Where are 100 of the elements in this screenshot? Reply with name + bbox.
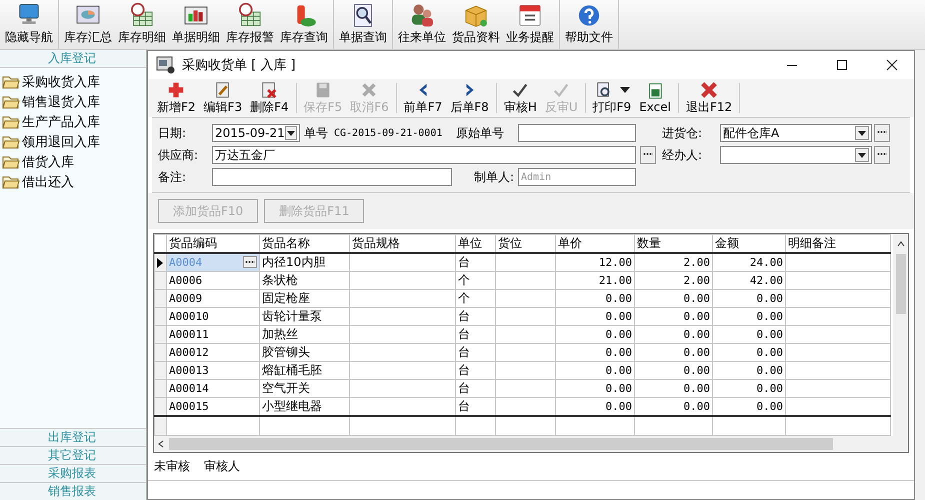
table-cell: 小型继电器	[260, 398, 350, 416]
toolbar-button[interactable]: 删除F4	[246, 83, 293, 113]
sidebar-item[interactable]: 生产产品入库	[0, 112, 146, 132]
toolbar-button[interactable]: 库存汇总	[61, 0, 115, 49]
field-label: 原始单号	[456, 124, 505, 142]
table-cell: 0.00	[712, 344, 786, 362]
close-icon	[699, 80, 720, 98]
maximize-icon	[836, 59, 848, 71]
toolbar-button[interactable]: 隐藏导航	[2, 0, 56, 49]
table-cell: 0.00	[634, 344, 712, 362]
table-cell	[496, 380, 556, 398]
table-cell: 0.00	[556, 344, 634, 362]
table-cell	[496, 253, 556, 272]
table-cell: A0006	[166, 272, 260, 290]
table-cell: 0.00	[712, 308, 786, 326]
toolbar-button[interactable]: 打印F9	[588, 83, 636, 113]
column-header[interactable]: 金额	[712, 234, 786, 253]
toolbar-button[interactable]: 库存查询	[277, 0, 331, 49]
handler-dropdown[interactable]	[720, 146, 872, 164]
column-header[interactable]: 货品名称	[260, 234, 350, 253]
toolbar-button[interactable]: 库存明细	[115, 0, 169, 49]
table-cell	[496, 290, 556, 308]
table-cell: 台	[456, 362, 496, 380]
table-cell: 台	[456, 380, 496, 398]
sidebar-item[interactable]: 领用退回入库	[0, 132, 146, 152]
toolbar-button[interactable]: 库存报警	[223, 0, 277, 49]
toolbar-button[interactable]: 后单F8	[446, 83, 493, 113]
toolbar-button[interactable]: 前单F7	[400, 83, 446, 113]
column-header[interactable]: 单价	[556, 234, 634, 253]
horizontal-scrollbar[interactable]	[154, 436, 893, 452]
column-header[interactable]: 数量	[634, 234, 712, 253]
table-cell: A00012	[166, 344, 260, 362]
dropdown-button[interactable]	[855, 126, 869, 140]
table-cell: 42.00	[712, 272, 786, 290]
column-header[interactable]: 货品规格	[350, 234, 456, 253]
scroll-thumb[interactable]	[896, 254, 906, 314]
table-cell: 0.00	[634, 380, 712, 398]
column-header[interactable]: 货位	[496, 234, 556, 253]
input-field[interactable]	[518, 124, 636, 142]
note-field[interactable]	[212, 168, 452, 186]
table-cell: 21.00	[556, 272, 634, 290]
column-header[interactable]: 明细备注	[786, 234, 890, 253]
table-cell: 0.00	[556, 362, 634, 380]
table-cell: 齿轮计量泵	[260, 308, 350, 326]
table-cell: 0.00	[556, 308, 634, 326]
table-cell: 2.00	[634, 253, 712, 272]
table-cell	[496, 362, 556, 380]
browse-button[interactable]	[243, 256, 257, 268]
sidebar-item[interactable]: 销售退货入库	[0, 92, 146, 112]
table-cell: 内径10内胆	[260, 253, 350, 272]
table-cell	[496, 344, 556, 362]
toolbar-button[interactable]: 往来单位	[395, 0, 449, 49]
table-cell: 24.00	[712, 253, 786, 272]
dropdown-button[interactable]	[855, 148, 869, 162]
scroll-thumb[interactable]	[169, 438, 833, 450]
vertical-scrollbar[interactable]	[893, 234, 908, 452]
close-icon	[886, 59, 898, 71]
table-cell: 个	[456, 290, 496, 308]
table-cell	[496, 308, 556, 326]
field-label: 进货仓:	[662, 124, 704, 142]
sidebar-item[interactable]: 采购收货入库	[0, 72, 146, 92]
table-cell: 0.00	[712, 290, 786, 308]
folder-icon	[2, 176, 20, 188]
toolbar-button[interactable]: 审核H	[500, 83, 541, 113]
column-header[interactable]: 单位	[456, 234, 496, 253]
window-title: 采购收货单 [ 入库 ]	[182, 57, 296, 74]
dropdown-button[interactable]	[284, 126, 297, 140]
toolbar-button[interactable]: Excel	[635, 83, 675, 113]
row-indicator[interactable]	[154, 416, 166, 436]
toolbar-button[interactable]: 编辑F3	[200, 83, 246, 113]
toolbar-button[interactable]: 业务提醒	[503, 0, 557, 49]
field-label: 经办人:	[662, 146, 704, 164]
supplier-field[interactable]: 万达五金厂	[212, 146, 636, 164]
browse-button[interactable]	[640, 146, 656, 164]
table-cell: 胶管铆头	[260, 344, 350, 362]
browse-button[interactable]	[874, 124, 890, 142]
table-cell: 0.00	[712, 380, 786, 398]
warehouse-dropdown[interactable]: 配件仓库A	[720, 124, 872, 142]
table-cell: A00010	[166, 308, 260, 326]
field-label: 备注:	[158, 168, 188, 186]
date-field[interactable]: 2015-09-21	[212, 124, 300, 142]
table-cell: 台	[456, 253, 496, 272]
folder-icon	[2, 156, 20, 168]
table-cell: 0.00	[556, 290, 634, 308]
toolbar-button[interactable]: 帮助文件	[562, 0, 616, 49]
toolbar-button[interactable]: 新增F2	[153, 83, 200, 113]
toolbar-button[interactable]: 货品资料	[449, 0, 503, 49]
browse-button[interactable]	[874, 146, 890, 164]
table-cell	[496, 272, 556, 290]
table-cell: 0.00	[712, 362, 786, 380]
field-label: 单号	[304, 124, 329, 142]
folder-icon	[2, 76, 20, 88]
toolbar-button[interactable]: 单据明细	[169, 0, 223, 49]
toolbar-button[interactable]: 单据查询	[336, 0, 390, 49]
table-cell: 0.00	[634, 326, 712, 344]
toolbar-button[interactable]: 退出F12	[682, 83, 736, 113]
status-text: 未审核	[154, 458, 190, 475]
sidebar-item[interactable]: 借出还入	[0, 172, 146, 192]
sidebar-item[interactable]: 借货入库	[0, 152, 146, 172]
field-label: 制单人:	[472, 168, 514, 186]
